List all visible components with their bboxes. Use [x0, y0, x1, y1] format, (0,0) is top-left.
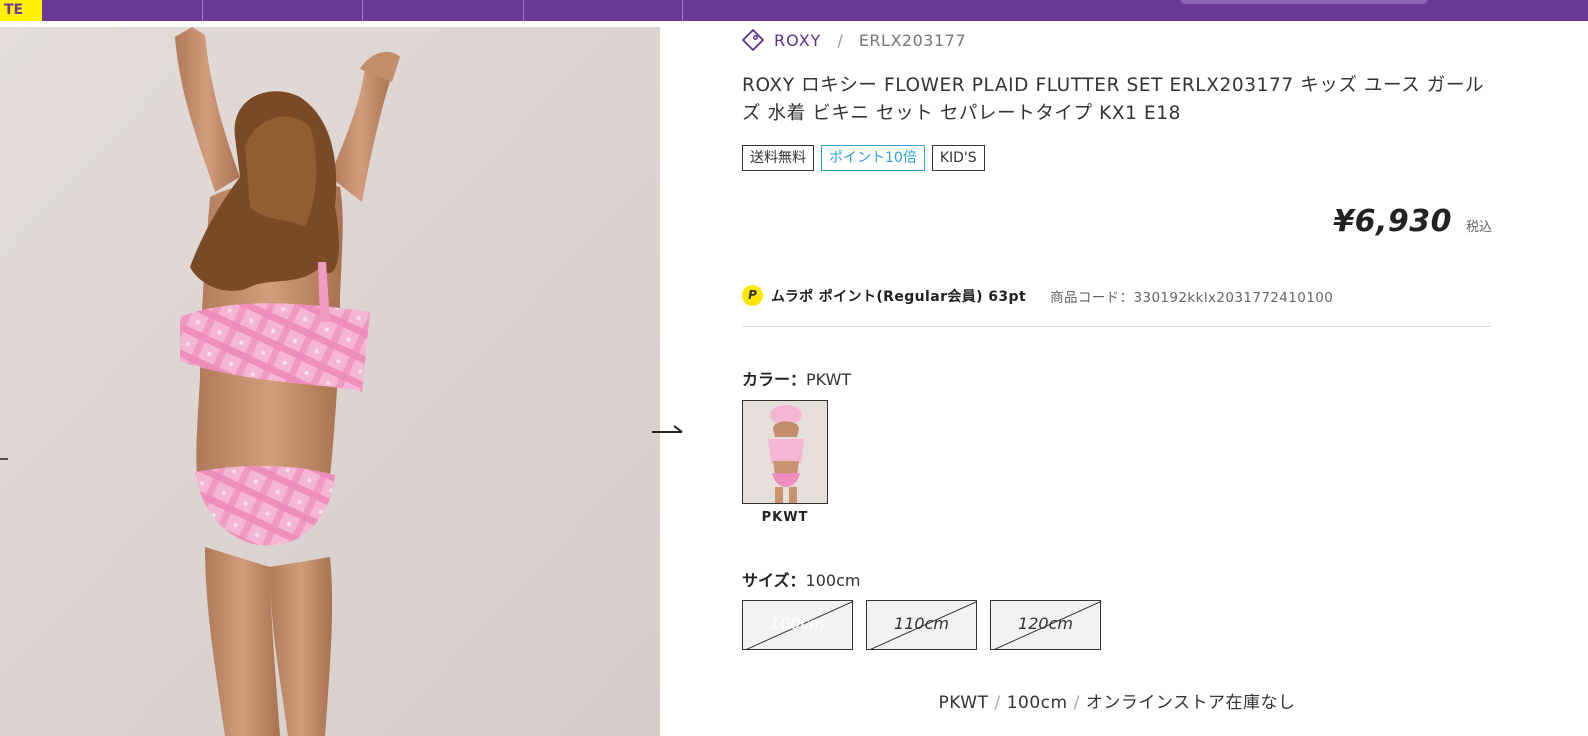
- price: ¥6,930: [1333, 204, 1452, 239]
- brand-link[interactable]: ROXY: [774, 31, 821, 50]
- stock-size: 100cm: [1006, 693, 1068, 713]
- swatch-thumbnail: [743, 401, 827, 503]
- product-title-line: ROXY ロキシー FLOWER PLAID FLUTTER SET ERLX2…: [742, 75, 1485, 96]
- badge-list: 送料無料 ポイント10倍 KID'S: [742, 145, 985, 171]
- kids-badge: KID'S: [931, 145, 985, 171]
- color-swatch[interactable]: [742, 400, 828, 504]
- nav-divider: [362, 0, 363, 21]
- free-shipping-badge: 送料無料: [742, 145, 814, 171]
- size-value: 100cm: [805, 571, 861, 590]
- stock-separator: /: [994, 693, 1001, 713]
- arrow-right-icon[interactable]: [652, 424, 684, 440]
- points-icon: P: [742, 285, 763, 306]
- product-title: ROXY ロキシー FLOWER PLAID FLUTTER SET ERLX2…: [742, 72, 1492, 128]
- divider: [742, 326, 1492, 327]
- stock-status: PKWT/100cm / オンラインストア在庫なし: [742, 688, 1492, 713]
- top-nav-bar: TE: [0, 0, 1588, 21]
- size-option-120cm[interactable]: 120cm: [990, 600, 1101, 650]
- stock-status-text: オンラインストア在庫なし: [1085, 693, 1296, 713]
- product-photo: [0, 27, 668, 736]
- size-option-100cm[interactable]: 100cm: [742, 600, 853, 650]
- tag-icon: [742, 29, 764, 51]
- color-label-title: カラー：: [742, 370, 807, 389]
- nav-divider: [523, 0, 524, 21]
- tax-label: 税込: [1465, 220, 1492, 235]
- breadcrumb: ROXY / ERLX203177: [742, 28, 966, 52]
- search-input[interactable]: [1180, 0, 1428, 4]
- breadcrumb-product-code: ERLX203177: [858, 30, 966, 50]
- stock-color: PKWT: [938, 693, 989, 713]
- color-value: PKWT: [806, 370, 852, 389]
- breadcrumb-separator: /: [837, 30, 843, 50]
- price-row: ¥6,930 税込: [1333, 204, 1492, 239]
- stock-separator: /: [1073, 693, 1080, 713]
- size-label: サイズ：100cm: [742, 567, 860, 591]
- size-option-label: 120cm: [1018, 614, 1073, 633]
- color-label: カラー：PKWT: [742, 366, 851, 390]
- points-text: ムラポ ポイント(Regular会員) 63pt: [771, 288, 1027, 305]
- size-option-label: 110cm: [894, 614, 949, 633]
- product-title-line: ズ 水着 ビキニ セット セパレートタイプ KX1 E18: [742, 103, 1181, 124]
- nav-divider: [682, 0, 683, 21]
- site-logo[interactable]: TE: [0, 0, 42, 21]
- product-image-gallery: [0, 27, 668, 736]
- swatch-name: PKWT: [761, 510, 809, 525]
- nav-divider: [202, 0, 203, 21]
- points-badge: ポイント10倍: [821, 145, 925, 171]
- arrow-left-icon[interactable]: [0, 453, 12, 465]
- size-options: 100cm 110cm 120cm: [742, 600, 1101, 650]
- size-label-title: サイズ：: [742, 571, 806, 590]
- points-row: P ムラポ ポイント(Regular会員) 63pt 商品コード：330192k…: [742, 285, 1492, 306]
- size-option-label: 100cm: [770, 614, 825, 633]
- size-option-110cm[interactable]: 110cm: [866, 600, 977, 650]
- product-code: 商品コード：330192kklx2031772410100: [1050, 289, 1334, 306]
